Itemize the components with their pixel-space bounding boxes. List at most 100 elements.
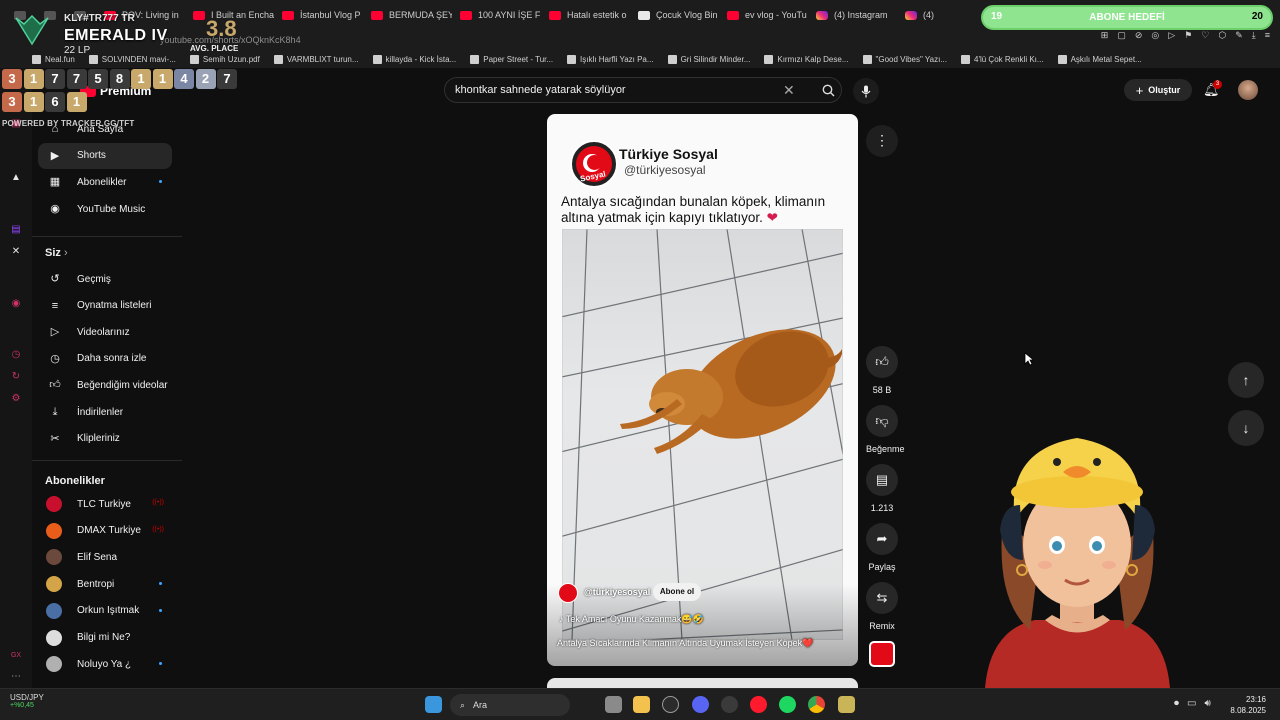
clock[interactable]: 23:16 8.08.2025 — [1230, 694, 1266, 716]
browser-tab[interactable]: (4) Instagram — [808, 0, 897, 30]
taskbar-search[interactable]: ⌕ Ara — [450, 694, 570, 716]
sidebar-item[interactable]: Bilgi mi Ne? — [38, 625, 172, 651]
sound-thumbnail[interactable] — [869, 641, 895, 667]
comments-button[interactable]: ▤ 1.213 — [866, 464, 898, 513]
app2-icon[interactable] — [838, 696, 855, 713]
menu-icon[interactable]: ≡ — [1265, 30, 1270, 44]
bookmark-item[interactable]: Paper Street - Tur... — [470, 54, 553, 64]
system-tray[interactable]: ⏺ ▭ 🔊︎ — [1174, 698, 1211, 709]
screenshot-icon[interactable]: ▢ — [1117, 30, 1126, 44]
discord-icon[interactable] — [692, 696, 709, 713]
sidebar-item[interactable]: ✂ Klipleriniz — [38, 426, 172, 452]
note-icon[interactable]: ✎ — [1235, 30, 1243, 44]
vpn-icon[interactable]: ◎ — [1151, 30, 1159, 44]
block-icon[interactable]: ⊘ — [1135, 30, 1143, 44]
volume-icon[interactable]: 🔊︎ — [1204, 698, 1210, 709]
share-icon[interactable]: ➦ — [866, 523, 898, 555]
app-icon[interactable] — [721, 696, 738, 713]
twitch-icon[interactable]: ▤ — [10, 224, 22, 236]
previous-short-button[interactable]: ↑ — [1228, 362, 1264, 398]
sidebar-item[interactable]: ≡ Oynatma listeleri — [38, 293, 172, 319]
flow-icon[interactable]: ⚑ — [1184, 30, 1192, 44]
spotify-icon[interactable] — [779, 696, 796, 713]
sidebar-item[interactable]: 👍︎ Beğendiğim videolar — [38, 372, 172, 398]
sidebar-item[interactable]: ▦ Abonelikler — [38, 169, 172, 195]
gx-logo-icon[interactable]: GX — [10, 650, 22, 662]
create-button[interactable]: + Oluştur — [1124, 79, 1192, 101]
next-short-button[interactable]: ↓ — [1228, 410, 1264, 446]
browser-tab[interactable]: ev vlog - YouTu — [719, 0, 808, 30]
task-view-icon[interactable] — [605, 696, 622, 713]
sidebar-item[interactable]: Bentropi — [38, 571, 172, 597]
sound-label[interactable]: ♪ Tek Amacı Oyunu Kazanmak😅🤣 — [559, 614, 704, 625]
download-icon[interactable]: ⤓ — [1252, 30, 1256, 44]
dislike-button[interactable]: 👎︎ Beğenme — [866, 405, 905, 454]
sidebar-item[interactable]: ◉ YouTube Music — [38, 196, 172, 222]
remix-icon[interactable]: ⇆ — [866, 582, 898, 614]
player-icon[interactable]: ◉ — [10, 298, 22, 310]
windows-start-icon[interactable] — [425, 696, 442, 713]
overlay-channel-avatar[interactable] — [558, 583, 578, 603]
browser-tab[interactable]: Çocuk Vlog Bin — [630, 0, 719, 30]
puzzle-icon[interactable]: ⬡ — [1218, 30, 1226, 44]
more-icon[interactable]: ⋯ — [10, 671, 22, 683]
next-short-card[interactable] — [547, 678, 858, 688]
browser-tab[interactable]: BERMUDA ŞEY — [363, 0, 452, 30]
more-options-icon[interactable]: ⋮ — [866, 125, 898, 157]
x-icon[interactable]: ✕ — [10, 246, 22, 258]
avatar[interactable] — [1238, 80, 1258, 100]
browser-tab[interactable]: (4) — [897, 0, 986, 30]
remix-button[interactable]: ⇆ Remix — [866, 582, 898, 631]
sidebar-item[interactable]: ▶ Shorts — [38, 142, 172, 169]
bookmark-item[interactable]: Aşkılı Metal Sepet... — [1057, 54, 1142, 64]
comment-icon[interactable]: ▤ — [866, 464, 898, 496]
subscribe-button[interactable]: Abone ol — [653, 583, 701, 601]
search-box[interactable]: ✕ — [444, 77, 842, 103]
mic-tray-icon[interactable]: ⏺ — [1174, 698, 1179, 709]
opera-gx-icon[interactable] — [750, 696, 767, 713]
play-icon[interactable]: ▷ — [1168, 30, 1175, 44]
sidebar-item[interactable]: Elif Sena — [38, 544, 172, 570]
gx-aria-icon[interactable]: ▲ — [10, 172, 22, 184]
steam-icon[interactable] — [662, 696, 679, 713]
extension-icon[interactable]: ⊞ — [1101, 30, 1109, 44]
sidebar-item[interactable]: ↺ Geçmiş — [38, 266, 172, 292]
sidebar-item[interactable]: ▷ Videolarınız — [38, 319, 172, 345]
search-icon[interactable] — [813, 78, 843, 102]
short-video-card[interactable]: Sosyal Türkiye Sosyal @türkiyesosyal Ant… — [547, 114, 858, 666]
sidebar-item[interactable]: TLC Turkiye ((•)) — [38, 491, 172, 517]
channel-logo[interactable]: Sosyal — [570, 140, 618, 188]
chrome-icon[interactable] — [808, 696, 825, 713]
sidebar-item[interactable]: ◷ Daha sonra izle — [38, 346, 172, 372]
bookmark-item[interactable]: Kırmızı Kalp Dese... — [764, 54, 849, 64]
network-icon[interactable]: ▭ — [1187, 698, 1196, 709]
heart-icon[interactable]: ♡ — [1201, 30, 1209, 44]
sidebar-item[interactable]: DMAX Turkiye ((•)) — [38, 518, 172, 544]
bookmark-item[interactable]: Işıklı Harfli Yazı Pa... — [567, 54, 654, 64]
settings-icon[interactable]: ⚙ — [10, 393, 22, 405]
share-button[interactable]: ➦ Paylaş — [866, 523, 898, 572]
file-explorer-icon[interactable] — [633, 696, 650, 713]
bookmark-item[interactable]: VARMBLIXT turun... — [273, 54, 359, 64]
clear-icon[interactable]: ✕ — [783, 82, 795, 99]
refresh-gx-icon[interactable]: ↻ — [10, 371, 22, 383]
sidebar-item[interactable]: ⤓ İndirilenler — [38, 399, 172, 425]
search-input[interactable] — [455, 82, 775, 98]
browser-tab[interactable]: Hatalı estetik o — [541, 0, 630, 30]
mic-icon[interactable] — [853, 78, 879, 104]
bookmark-item[interactable]: "Good Vibes" Yazı... — [862, 54, 947, 64]
sidebar-item[interactable]: Orkun Işıtmak — [38, 598, 172, 624]
video-title[interactable]: Antalya Sıcaklarında Klimanın Altında Uy… — [557, 638, 813, 649]
history-gx-icon[interactable]: ◷ — [10, 349, 22, 361]
browser-tab[interactable]: İstanbul Vlog P — [274, 0, 363, 30]
bookmark-item[interactable]: killayda - Kick İsta... — [372, 54, 456, 64]
like-button[interactable]: 👍︎ 58 B — [866, 346, 898, 395]
stock-widget[interactable]: USD/JPY +%0,45 — [10, 693, 44, 709]
sidebar-item[interactable]: Noluyo Ya ¿ — [38, 651, 172, 677]
overlay-channel-handle[interactable]: @türkiyesosyal — [584, 587, 650, 597]
browser-tab[interactable]: 100 AYNI İŞE F — [452, 0, 541, 30]
siz-header[interactable]: Siz › — [45, 247, 68, 259]
bookmark-item[interactable]: 4'lü Çok Renkli Kı... — [961, 54, 1044, 64]
like-icon[interactable]: 👍︎ — [866, 346, 898, 378]
dislike-icon[interactable]: 👎︎ — [866, 405, 898, 437]
